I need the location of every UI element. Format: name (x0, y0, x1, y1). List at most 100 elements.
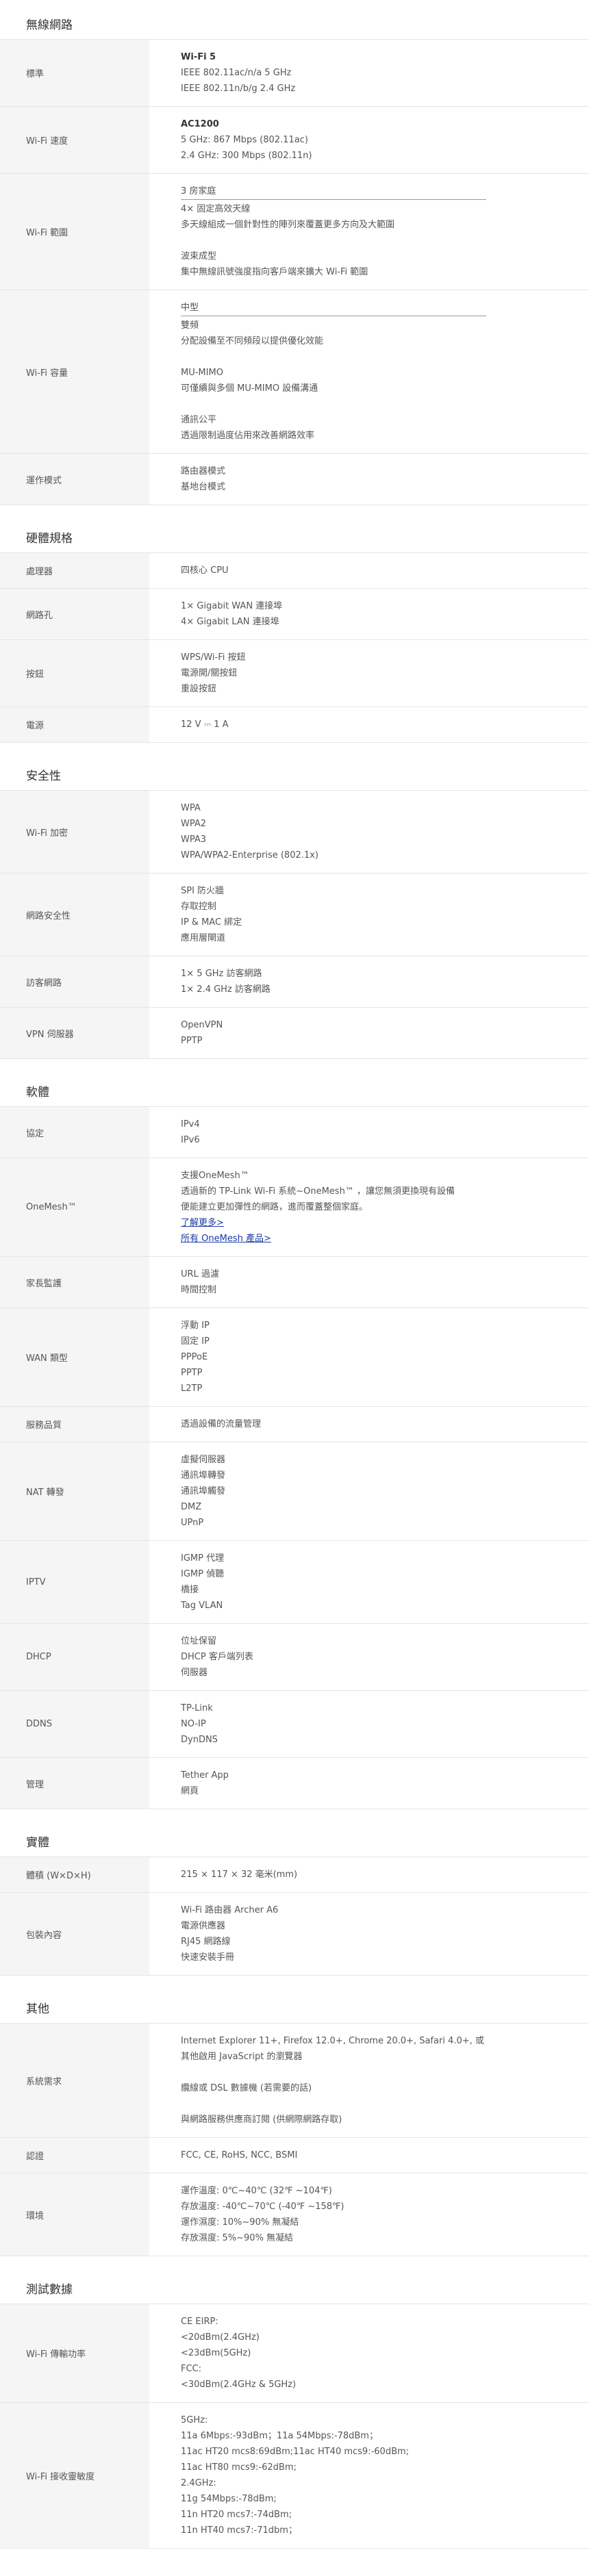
spec-value-line: 中型 (181, 300, 486, 316)
spec-value-line: CE EIRP: (181, 2317, 218, 2327)
spec-value-line: OpenVPN (181, 1020, 223, 1030)
spec-value: FCC, CE, RoHS, NCC, BSMI (149, 2138, 589, 2173)
spec-value-line: 網頁 (181, 1786, 199, 1796)
spec-value-line: 存放溫度: -40℃~70℃ (-40℉ ~158℉) (181, 2202, 344, 2212)
spec-value-line: 運作濕度: 10%~90% 無凝結 (181, 2217, 299, 2228)
spec-value: Wi-Fi 路由器 Archer A6 電源供應器 RJ45 網路線 快速安裝手冊 (149, 1893, 589, 1975)
spec-value-line: 1× 2.4 GHz 訪客網路 (181, 984, 271, 995)
spec-value-line: Tether App (181, 1770, 229, 1781)
spec-label: DDNS (0, 1691, 149, 1757)
spec-value-line: 快速安裝手冊 (181, 1952, 235, 1963)
spec-section: 其他 系統需求 Internet Explorer 11+, Firefox 12.… (0, 1976, 589, 2256)
spec-row: 系統需求 Internet Explorer 11+, Firefox 12.0+… (0, 2024, 589, 2138)
spec-value-line: DHCP 客戶端列表 (181, 1652, 253, 1662)
spec-value: SPI 防火牆 存取控制 IP & MAC 綁定 應用層閘道 (149, 873, 589, 956)
spec-value-line: 電源供應器 (181, 1921, 226, 1931)
spec-label: OneMesh™ (0, 1158, 149, 1256)
spec-label: NAT 轉發 (0, 1442, 149, 1540)
spec-row: VPN 伺服器 OpenVPN PPTP (0, 1008, 589, 1059)
spec-value-line: 與網路服務供應商訂閱 (供網際網路存取) (181, 2115, 342, 2125)
spec-row: 服務品質 透過設備的流量管理 (0, 1407, 589, 1442)
spec-value-line: IGMP 代理 (181, 1553, 225, 1564)
spec-value-line: 路由器模式 (181, 466, 226, 476)
spec-label: Wi-Fi 加密 (0, 791, 149, 873)
section-title: 測試數據 (0, 2256, 589, 2304)
spec-value-line: 11g 54Mbps:-78dBm; (181, 2494, 277, 2504)
spec-value-line: Tag VLAN (181, 1601, 223, 1611)
spec-value: 215 × 117 × 32 毫米(mm) (149, 1857, 589, 1892)
spec-value-line: URL 過濾 (181, 1269, 219, 1279)
spec-value-line: Internet Explorer 11+, Firefox 12.0+, Ch… (181, 2036, 484, 2046)
spec-row: Wi-Fi 範圍 3 房家庭 4× 固定高效天線 多天線組成一個針對性的陣列來覆蓋更多… (0, 174, 589, 290)
spec-row: 按鈕 WPS/Wi-Fi 按鈕 電源開/關按鈕 重設按鈕 (0, 640, 589, 707)
spec-section: 軟體 協定 IPv4 IPv6 OneMesh™ 支援OneMesh™ 透過新的 TP-Li… (0, 1059, 589, 1809)
spec-row: 包裝內容 Wi-Fi 路由器 Archer A6 電源供應器 RJ45 網路線 快速安裝… (0, 1893, 589, 1976)
spec-label: Wi-Fi 接收靈敏度 (0, 2403, 149, 2548)
spec-label: Wi-Fi 傳輸功率 (0, 2304, 149, 2402)
spec-value-line: 透過設備的流量管理 (181, 1419, 262, 1429)
spec-label: 環境 (0, 2173, 149, 2256)
spec-value-line: 通訊埠觸發 (181, 1486, 226, 1496)
spec-value-line: 12 V ⎓ 1 A (181, 719, 229, 730)
spec-value: IPv4 IPv6 (149, 1107, 589, 1158)
spec-value-line: 時間控制 (181, 1285, 217, 1295)
spec-value-line: WPA2 (181, 819, 207, 829)
spec-value-line: 分配設備至不同頻段以提供優化效能 (181, 336, 324, 346)
spec-value-line: 位址保留 (181, 1636, 217, 1646)
spec-label: 訪客網路 (0, 956, 149, 1007)
spec-value-line: 波束成型 (181, 251, 217, 262)
spec-label: DHCP (0, 1624, 149, 1690)
spec-row: 認證 FCC, CE, RoHS, NCC, BSMI (0, 2138, 589, 2173)
spec-value: 12 V ⎓ 1 A (149, 707, 589, 742)
spec-section: 測試數據 Wi-Fi 傳輸功率 CE EIRP: <20dBm(2.4GHz) <23d… (0, 2256, 589, 2549)
spec-value: 虛擬伺服器 通訊埠轉發 通訊埠觸發 DMZ UPnP (149, 1442, 589, 1540)
spec-value-line: IGMP 偵聽 (181, 1569, 225, 1579)
spec-section: 實體 體積 (W×D×H) 215 × 117 × 32 毫米(mm) 包裝內容 Wi-… (0, 1809, 589, 1976)
spec-value-line: 浮動 IP (181, 1321, 210, 1331)
spec-value-line: 伺服器 (181, 1668, 208, 1678)
spec-value-line: 運作溫度: 0℃~40℃ (32℉ ~104℉) (181, 2186, 332, 2196)
spec-value-line: 應用層閘道 (181, 933, 226, 943)
spec-label: 電源 (0, 707, 149, 742)
spec-label: Wi-Fi 容量 (0, 290, 149, 453)
spec-value-line: 纜線或 DSL 數據機 (若需要的話) (181, 2083, 312, 2093)
spec-value: Wi-Fi 5 IEEE 802.11ac/n/a 5 GHz IEEE 802.1… (149, 40, 589, 106)
spec-label: 網路孔 (0, 589, 149, 639)
spec-label: Wi-Fi 速度 (0, 107, 149, 173)
spec-row: 標準 Wi-Fi 5 IEEE 802.11ac/n/a 5 GHz IEEE 802… (0, 40, 589, 107)
spec-link[interactable]: 了解更多> (181, 1215, 562, 1231)
spec-row: WAN 類型 浮動 IP 固定 IP PPPoE PPTP L2TP (0, 1308, 589, 1407)
spec-link[interactable]: 所有 OneMesh 產品> (181, 1231, 562, 1247)
spec-value-line: IEEE 802.11n/b/g 2.4 GHz (181, 84, 296, 94)
spec-value-line: 11ac HT20 mcs8:69dBm;11ac HT40 mcs9:-60d… (181, 2447, 410, 2457)
spec-value: 中型 雙頻 分配設備至不同頻段以提供優化效能 MU-MIMO 可僅續與多個 MU-MIM… (149, 290, 589, 453)
spec-section: 無線網路 標準 Wi-Fi 5 IEEE 802.11ac/n/a 5 GHz IEEE… (0, 0, 589, 505)
spec-value-line: 存取控制 (181, 902, 217, 912)
spec-value: TP-Link NO-IP DynDNS (149, 1691, 589, 1757)
spec-value-line: AC1200 (181, 119, 219, 129)
spec-value-line: 支援OneMesh™ (181, 1171, 249, 1181)
spec-label: 系統需求 (0, 2024, 149, 2137)
spec-value: IGMP 代理 IGMP 偵聽 橋接 Tag VLAN (149, 1541, 589, 1623)
spec-row: Wi-Fi 容量 中型 雙頻 分配設備至不同頻段以提供優化效能 MU-MIMO 可僅續與多… (0, 290, 589, 454)
section-title: 安全性 (0, 743, 589, 791)
spec-row: 環境 運作溫度: 0℃~40℃ (32℉ ~104℉) 存放溫度: -40℃~70℃… (0, 2173, 589, 2256)
section-title: 實體 (0, 1809, 589, 1857)
section-title: 其他 (0, 1976, 589, 2024)
spec-row: Wi-Fi 加密 WPA WPA2 WPA3 WPA/WPA2-Enterprise (… (0, 791, 589, 873)
spec-value-line: 1× Gigabit WAN 連接埠 (181, 601, 283, 611)
spec-value-line: PPTP (181, 1036, 203, 1046)
spec-value-line: 11ac HT80 mcs9:-62dBm; (181, 2462, 297, 2473)
spec-value: 3 房家庭 4× 固定高效天線 多天線組成一個針對性的陣列來覆蓋更多方向及大範圍 波束… (149, 174, 589, 290)
spec-label: 體積 (W×D×H) (0, 1857, 149, 1892)
spec-value-line: 4× 固定高效天線 (181, 204, 251, 214)
spec-label: 協定 (0, 1107, 149, 1158)
spec-value-line: 存放濕度: 5%~90% 無凝結 (181, 2233, 294, 2243)
spec-value-line: 11a 6Mbps:-93dBm；11a 54Mbps:-78dBm； (181, 2431, 378, 2441)
spec-row: 網路安全性 SPI 防火牆 存取控制 IP & MAC 綁定 應用層閘道 (0, 873, 589, 956)
spec-row: Wi-Fi 接收靈敏度 5GHz: 11a 6Mbps:-93dBm；11a 54M… (0, 2403, 589, 2549)
section-title: 硬體規格 (0, 505, 589, 553)
spec-label: 認證 (0, 2138, 149, 2173)
